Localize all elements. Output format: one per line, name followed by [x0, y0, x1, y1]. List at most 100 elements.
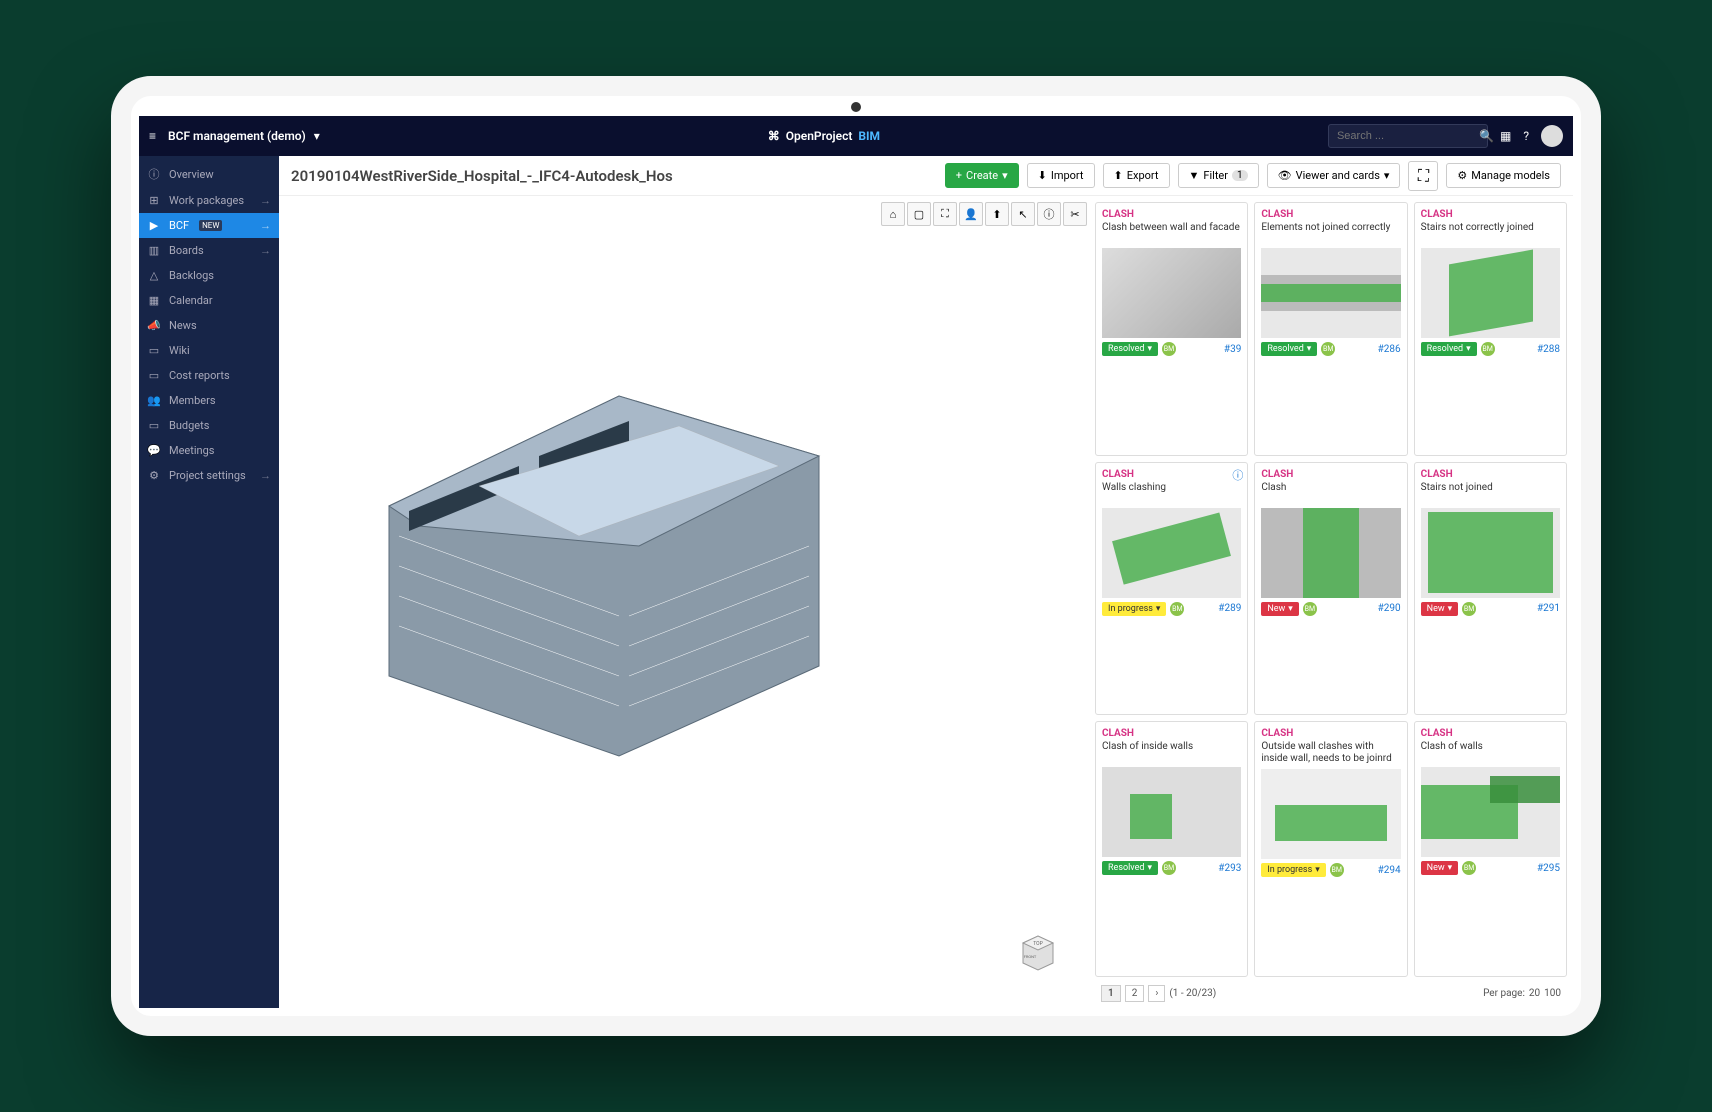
- bcf-card[interactable]: ⓘCLASHWalls clashingIn progress ▾BM#289: [1095, 462, 1248, 716]
- assignee-avatar[interactable]: BM: [1481, 342, 1495, 356]
- sidebar-item-budgets[interactable]: ▭Budgets: [139, 413, 279, 438]
- assignee-avatar[interactable]: BM: [1462, 602, 1476, 616]
- chevron-down-icon: ▾: [1307, 344, 1312, 354]
- page-next-button[interactable]: ›: [1148, 985, 1165, 1002]
- status-chip[interactable]: Resolved ▾: [1102, 342, 1158, 356]
- sidebar-item-calendar[interactable]: ▦Calendar: [139, 288, 279, 313]
- viewer-info-button[interactable]: ⓘ: [1037, 202, 1061, 226]
- chevron-down-icon: ▾: [1466, 344, 1471, 354]
- card-title: Walls clashing: [1102, 482, 1241, 504]
- status-chip[interactable]: Resolved ▾: [1261, 342, 1317, 356]
- sidebar-item-members[interactable]: 👥Members: [139, 388, 279, 413]
- viewer-cut-button[interactable]: ✂: [1063, 202, 1087, 226]
- model-viewer[interactable]: ⌂ ▢ ⛶ 👤 ⬆ ↖ ⓘ ✂: [279, 196, 1093, 1008]
- sidebar-item-wiki[interactable]: ▭Wiki: [139, 338, 279, 363]
- sidebar-item-cost-reports[interactable]: ▭Cost reports: [139, 363, 279, 388]
- per-page-label: Per page:: [1483, 988, 1525, 999]
- fullscreen-button[interactable]: ⛶: [1408, 161, 1438, 191]
- avatar[interactable]: [1541, 125, 1563, 147]
- card-id[interactable]: #288: [1537, 344, 1560, 355]
- manage-models-button[interactable]: ⚙Manage models: [1446, 163, 1561, 188]
- assignee-avatar[interactable]: BM: [1462, 861, 1476, 875]
- sidebar-item-work-packages[interactable]: ⊞Work packages→: [139, 188, 279, 213]
- status-chip[interactable]: Resolved ▾: [1102, 861, 1158, 875]
- chevron-right-icon: →: [260, 194, 271, 207]
- sidebar-item-news[interactable]: 📣News: [139, 313, 279, 338]
- bcf-card[interactable]: CLASHClashNew ▾BM#290: [1254, 462, 1407, 716]
- page-1-button[interactable]: 1: [1101, 985, 1121, 1002]
- card-id[interactable]: #291: [1537, 603, 1560, 614]
- bcf-card[interactable]: CLASHStairs not correctly joinedResolved…: [1414, 202, 1567, 456]
- chevron-down-icon[interactable]: ▾: [314, 129, 320, 143]
- status-chip[interactable]: In progress ▾: [1102, 602, 1166, 616]
- chevron-right-icon: →: [260, 469, 271, 482]
- assignee-avatar[interactable]: BM: [1303, 602, 1317, 616]
- page-title: 20190104WestRiverSide_Hospital_-_IFC4-Au…: [291, 167, 937, 185]
- viewer-cursor-button[interactable]: ↖: [1011, 202, 1035, 226]
- sidebar-item-bcf[interactable]: ▶BCFNEW→: [139, 213, 279, 238]
- status-chip[interactable]: Resolved ▾: [1421, 342, 1477, 356]
- viewer-person-button[interactable]: 👤: [959, 202, 983, 226]
- navigation-cube[interactable]: TOP FRONT: [1013, 928, 1063, 978]
- card-id[interactable]: #293: [1218, 863, 1241, 874]
- create-button[interactable]: +Create▾: [945, 163, 1019, 188]
- view-mode-selector[interactable]: 👁Viewer and cards▾: [1267, 163, 1401, 188]
- card-title: Clash: [1261, 482, 1400, 504]
- card-id[interactable]: #294: [1378, 865, 1401, 876]
- box-icon: ▢: [914, 208, 924, 221]
- search-input[interactable]: 🔍: [1328, 124, 1488, 148]
- card-type-label: CLASH: [1102, 728, 1241, 739]
- card-id[interactable]: #290: [1378, 603, 1401, 614]
- assignee-avatar[interactable]: BM: [1162, 861, 1176, 875]
- device-camera: [851, 102, 861, 112]
- bcf-card[interactable]: CLASHElements not joined correctlyResolv…: [1254, 202, 1407, 456]
- work-packages-icon: ⊞: [147, 194, 161, 207]
- sidebar-item-project-settings[interactable]: ⚙Project settings→: [139, 463, 279, 488]
- bcf-card[interactable]: CLASHClash between wall and facadeResolv…: [1095, 202, 1248, 456]
- expand-icon: ⛶: [941, 207, 949, 221]
- page-2-button[interactable]: 2: [1125, 985, 1145, 1002]
- card-id[interactable]: #39: [1224, 344, 1241, 355]
- bcf-card[interactable]: CLASHOutside wall clashes with inside wa…: [1254, 721, 1407, 977]
- import-button[interactable]: ⬇Import: [1027, 163, 1095, 188]
- status-chip[interactable]: In progress ▾: [1261, 863, 1325, 877]
- apps-grid-icon[interactable]: ▦: [1500, 129, 1511, 143]
- app-logo[interactable]: ⌘ OpenProjectBIM: [768, 129, 880, 143]
- bcf-card[interactable]: CLASHStairs not joinedNew ▾BM#291: [1414, 462, 1567, 716]
- hamburger-icon[interactable]: ≡: [149, 129, 156, 143]
- status-chip[interactable]: New ▾: [1421, 602, 1459, 616]
- sidebar-item-boards[interactable]: ▥Boards→: [139, 238, 279, 263]
- viewer-box-button[interactable]: ▢: [907, 202, 931, 226]
- search-icon[interactable]: 🔍: [1479, 129, 1494, 143]
- cursor-icon: ↖: [1018, 208, 1027, 221]
- card-type-label: CLASH: [1102, 209, 1241, 220]
- bcf-card[interactable]: CLASHClash of wallsNew ▾BM#295: [1414, 721, 1567, 977]
- help-icon[interactable]: ?: [1523, 129, 1529, 143]
- fullscreen-icon: ⛶: [1418, 166, 1429, 186]
- card-id[interactable]: #295: [1537, 863, 1560, 874]
- sidebar-item-backlogs[interactable]: △Backlogs: [139, 263, 279, 288]
- assignee-avatar[interactable]: BM: [1162, 342, 1176, 356]
- viewer-upload-button[interactable]: ⬆: [985, 202, 1009, 226]
- assignee-avatar[interactable]: BM: [1330, 863, 1344, 877]
- per-page-100[interactable]: 100: [1544, 988, 1561, 999]
- export-button[interactable]: ⬆Export: [1103, 163, 1170, 188]
- chevron-down-icon: ▾: [1448, 863, 1453, 873]
- per-page-20[interactable]: 20: [1529, 988, 1540, 999]
- viewer-home-button[interactable]: ⌂: [881, 202, 905, 226]
- sidebar-item-meetings[interactable]: 💬Meetings: [139, 438, 279, 463]
- viewer-expand-button[interactable]: ⛶: [933, 202, 957, 226]
- assignee-avatar[interactable]: BM: [1321, 342, 1335, 356]
- card-id[interactable]: #289: [1218, 603, 1241, 614]
- sidebar-item-overview[interactable]: ⓘOverview: [139, 160, 279, 188]
- search-field[interactable]: [1337, 130, 1479, 142]
- bcf-card[interactable]: CLASHClash of inside wallsResolved ▾BM#2…: [1095, 721, 1248, 977]
- card-title: Elements not joined correctly: [1261, 222, 1400, 244]
- status-chip[interactable]: New ▾: [1261, 602, 1299, 616]
- status-chip[interactable]: New ▾: [1421, 861, 1459, 875]
- card-id[interactable]: #286: [1378, 344, 1401, 355]
- assignee-avatar[interactable]: BM: [1170, 602, 1184, 616]
- project-selector[interactable]: BCF management (demo): [168, 129, 306, 143]
- filter-button[interactable]: ▼Filter1: [1178, 163, 1259, 188]
- info-icon[interactable]: ⓘ: [1232, 467, 1243, 483]
